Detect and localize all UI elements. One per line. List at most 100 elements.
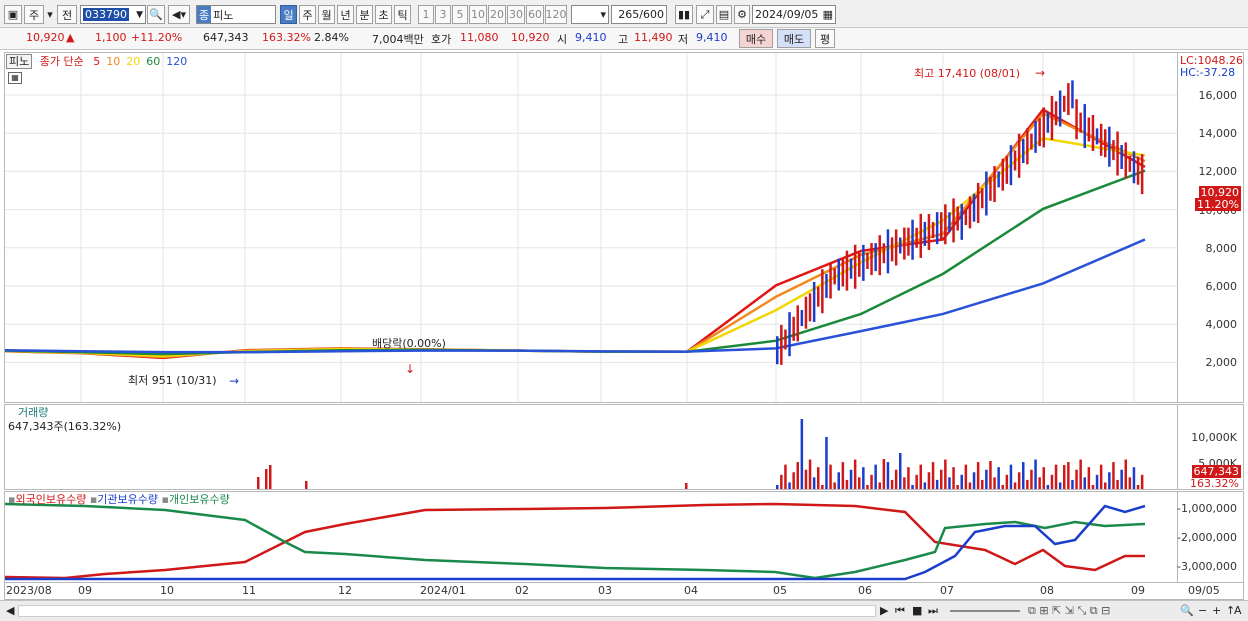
volume-bar [976,462,980,489]
holding-ytick: -1,000,000 [1177,502,1237,515]
period-button[interactable]: 주 [299,5,316,24]
zoom-out-icon[interactable]: − [1198,604,1207,617]
ma-legend-item[interactable]: 10 [106,55,120,68]
first-icon[interactable]: ⏮ [895,604,905,618]
zoom-slider[interactable] [950,610,1020,612]
volume-bar [821,485,824,489]
period-button[interactable]: 분 [356,5,373,24]
volume-bar [1095,474,1099,489]
calendar-icon[interactable]: ▦ [823,8,833,21]
volume-bar [792,472,795,489]
x-axis-label: 05 [773,584,787,597]
candle [948,212,951,233]
sell-button[interactable]: 매도 [777,29,811,48]
ma-legend-title: 종가 단순 [39,55,84,68]
tools-icon[interactable]: ⧉ ⊞ ⇱ ⇲ ⤡ ⧉ ⊟ [1028,604,1110,618]
volume-bar [825,437,828,489]
stock-name-field[interactable]: 종 피노 [196,5,276,24]
search-icon[interactable]: 🔍 [147,5,165,24]
interval-button[interactable]: 1 [418,5,434,24]
interval-button[interactable]: 120 [545,5,567,24]
volume-bar [853,459,857,489]
volume-bar [1099,464,1103,489]
interval-button[interactable]: 5 [452,5,468,24]
gear-icon[interactable]: ⚙ [734,5,750,24]
interval-button[interactable]: 10 [469,5,487,24]
candle [788,312,791,357]
chevron-down-icon[interactable]: ▼ [136,10,143,20]
price-panel[interactable]: → ↓ → [4,52,1178,403]
zoom-in-icon[interactable]: + [1212,604,1221,617]
candle [1108,126,1111,167]
period-button[interactable]: 초 [375,5,392,24]
volume-panel[interactable] [4,404,1178,490]
period-button[interactable]: 월 [318,5,335,24]
stock-name-tag[interactable]: 피노 [6,54,33,69]
candle [874,243,877,272]
volume-bar [1112,462,1115,489]
period-button[interactable]: 틱 [394,5,411,24]
candle [903,227,906,260]
candle [907,227,910,256]
volume-bar [935,479,939,489]
interval-button[interactable]: 30 [507,5,525,24]
count-field[interactable]: 265/600 [611,5,667,24]
candle [845,250,849,291]
volume-bar [1005,474,1009,489]
scroll-right-icon[interactable]: ▶ [880,604,888,617]
period-button[interactable]: 년 [337,5,354,24]
bottom-bar: ◀ ▶ ⏮ ■ ⏭ ⧉ ⊞ ⇱ ⇲ ⤡ ⧉ ⊟ 🔍 − + ↑ A [0,600,1248,621]
interval-select[interactable]: ▾ [571,5,609,24]
dividend-arrow-icon: ↓ [405,362,415,376]
volume-bar [804,469,808,489]
price-value: 10,920 [26,31,65,44]
scroll-left-icon[interactable]: ◀ [6,604,14,617]
candle [825,273,828,298]
stock-code-input[interactable]: 033790 ▼ [80,5,146,24]
buy-button[interactable]: 매수 [739,29,773,48]
volume-bar [1120,469,1123,489]
interval-button[interactable]: 20 [488,5,506,24]
volume-bar [269,465,272,489]
last-icon[interactable]: ⏭ [928,604,938,618]
window-icon[interactable]: ▣ [4,5,22,24]
volume-bar [685,483,688,489]
volume-bar [960,474,963,489]
zoom-icon[interactable]: 🔍 [1180,604,1194,617]
market-select-a[interactable]: 주 [24,5,44,24]
price-ytick: 16,000 [1198,89,1238,102]
interval-button[interactable]: 60 [526,5,544,24]
ma-legend-item[interactable]: 120 [166,55,187,68]
period-button[interactable]: 일 [280,5,297,24]
ma-legend-item[interactable]: 20 [126,55,140,68]
holding-legend-indiv: 개인보유수량 [168,493,230,506]
grid-icon[interactable]: ▦ [8,72,22,84]
candle [821,269,824,314]
chevron-down-icon[interactable]: ▾ [46,5,54,24]
volume-bar [780,474,783,489]
speaker-icon[interactable]: ◀▾ [168,5,190,24]
volume-y-axis: 10,000K 5,000K 647,343 163.32% [1178,404,1244,490]
legend-marker-icon: ▪ [161,493,169,506]
market-select-b[interactable]: 전 [57,5,77,24]
candle-icon[interactable]: ▮▮ [675,5,693,24]
scrollbar[interactable] [18,605,876,617]
date-field[interactable]: 2024/09/05 ▦ [752,5,836,24]
draw-icon[interactable]: ⤢ [696,5,714,24]
interval-button[interactable]: 3 [435,5,451,24]
font-icon[interactable]: A [1234,604,1242,617]
volume-bar [812,477,816,489]
x-axis-label: 09/05 [1188,584,1220,597]
candle [1063,95,1066,112]
eval-button[interactable]: 평 [815,29,835,48]
ma-legend-item[interactable]: 5 [93,55,100,68]
price-ytick: 2,000 [1205,356,1238,370]
ma-legend-item[interactable]: 60 [146,55,160,68]
x-axis-label: 11 [242,584,256,597]
stop-icon[interactable]: ■ [912,604,922,617]
volume-bar [1116,479,1119,489]
candle [804,296,808,329]
volume-bar [849,469,853,489]
volume-bar [257,477,260,489]
save-icon[interactable]: ▤ [716,5,732,24]
